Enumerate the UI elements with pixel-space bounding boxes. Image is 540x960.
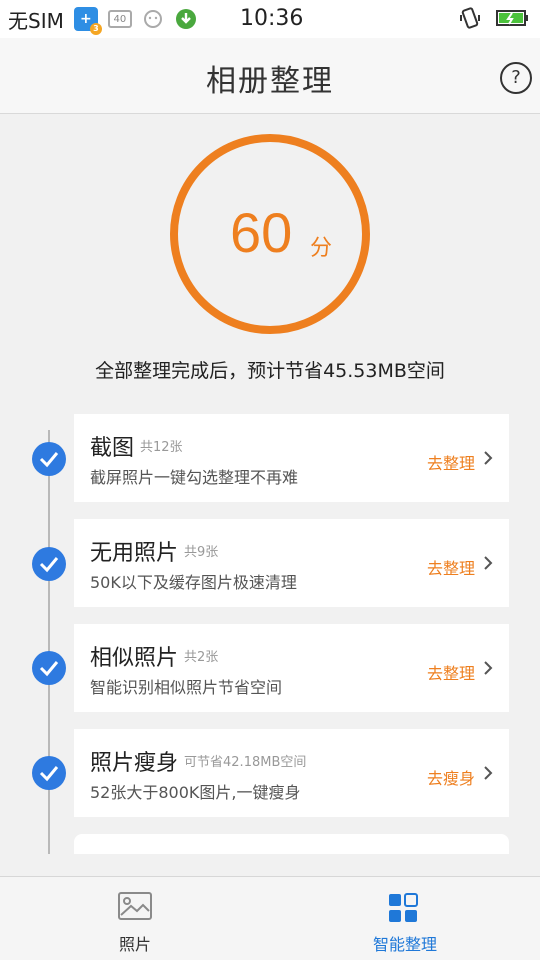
status-right — [458, 6, 530, 30]
chevron-right-icon — [484, 661, 493, 675]
status-bar: 无SIM + 3 40 10:36 — [0, 0, 540, 38]
network-sub-badge: 3 — [89, 23, 102, 35]
card-photo-slimming[interactable]: 照片瘦身 可节省42.18MB空间 52张大于800K图片,一键瘦身 去瘦身 — [74, 729, 509, 817]
status-left: 无SIM + 3 40 — [0, 5, 198, 35]
card-title-text: 截图 — [90, 436, 135, 461]
status-time: 10:36 — [240, 6, 304, 31]
card-count: 可节省42.18MB空间 — [184, 755, 307, 770]
network-badge: + — [79, 11, 92, 27]
card-useless-photos[interactable]: 无用照片 共9张 50K以下及缓存图片极速清理 去整理 — [74, 519, 509, 607]
carrier-text: 无SIM — [8, 8, 64, 33]
card-count: 共2张 — [184, 650, 219, 665]
card-similar-photos[interactable]: 相似照片 共2张 智能识别相似照片节省空间 去整理 — [74, 624, 509, 712]
card-description: 智能识别相似照片节省空间 — [90, 678, 283, 697]
notification-40-icon: 40 — [107, 10, 132, 28]
card-screenshots[interactable]: 截图 共12张 截屏照片一键勾选整理不再难 去整理 — [74, 414, 509, 502]
download-icon — [174, 7, 198, 31]
organize-action[interactable]: 去整理 — [427, 660, 475, 684]
chevron-right-icon — [484, 451, 493, 465]
card-partial — [74, 834, 509, 854]
face-icon — [142, 8, 164, 30]
tab-smart-organize[interactable]: 智能整理 — [270, 877, 540, 960]
card-count: 共9张 — [184, 545, 219, 560]
organize-action[interactable]: 去整理 — [427, 450, 475, 474]
photos-icon — [118, 892, 152, 920]
network-icon: + 3 — [73, 7, 102, 35]
card-description: 52张大于800K图片,一键瘦身 — [90, 783, 301, 802]
timeline-line — [48, 430, 50, 854]
card-description: 截屏照片一键勾选整理不再难 — [90, 468, 299, 487]
card-title-text: 相似照片 — [90, 646, 179, 671]
card-description: 50K以下及缓存图片极速清理 — [90, 573, 297, 592]
tab-smart-organize-label: 智能整理 — [372, 935, 437, 954]
bottom-nav: 照片 智能整理 — [0, 876, 540, 960]
check-icon — [32, 442, 66, 476]
chevron-right-icon — [484, 766, 493, 780]
card-count: 共12张 — [140, 440, 183, 455]
card-title: 相似照片 共2张 — [90, 640, 218, 672]
card-title-text: 照片瘦身 — [90, 751, 179, 776]
card-title: 照片瘦身 可节省42.18MB空间 — [90, 745, 306, 777]
chevron-right-icon — [484, 556, 493, 570]
score-value: 60 — [230, 201, 293, 264]
organize-action[interactable]: 去整理 — [427, 555, 475, 579]
savings-text: 全部整理完成后，预计节省45.53MB空间 — [95, 360, 445, 382]
score-unit: 分 — [310, 236, 333, 261]
tab-photos[interactable]: 照片 — [0, 877, 270, 960]
help-button[interactable]: ? — [500, 62, 532, 94]
page-title: 相册整理 — [206, 64, 334, 99]
vibrate-icon — [458, 6, 482, 30]
slim-action[interactable]: 去瘦身 — [427, 765, 475, 789]
check-icon — [32, 651, 66, 685]
card-title: 无用照片 共9张 — [90, 535, 218, 567]
tab-photos-label: 照片 — [118, 935, 151, 954]
card-title: 截图 共12张 — [90, 430, 183, 462]
smart-organize-icon — [389, 893, 418, 922]
check-icon — [32, 756, 66, 790]
check-icon — [32, 547, 66, 581]
battery-icon — [496, 8, 530, 28]
title-bar: 相册整理 ? — [0, 38, 540, 114]
card-title-text: 无用照片 — [90, 541, 179, 566]
